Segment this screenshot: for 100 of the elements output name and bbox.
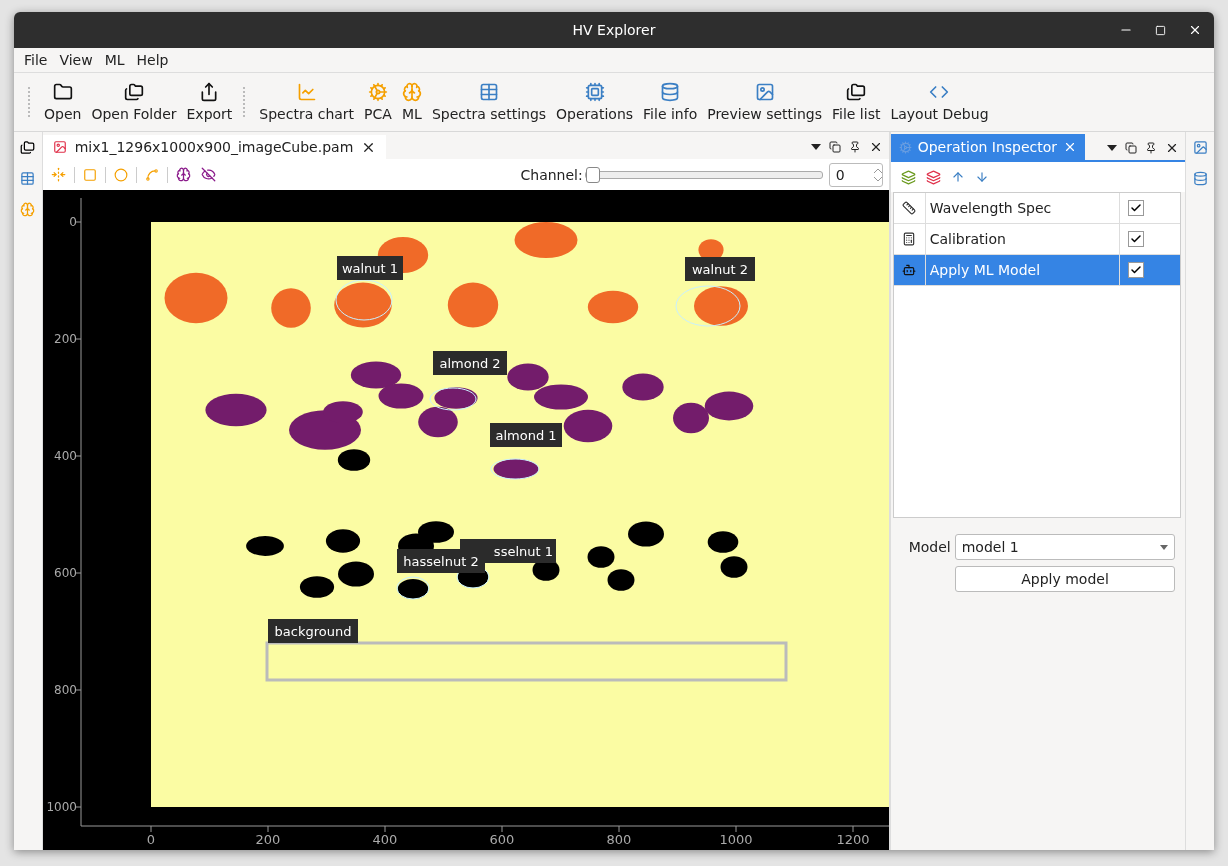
- brain-icon[interactable]: [175, 167, 191, 183]
- hazelnut-shape: [299, 576, 334, 598]
- axis-tick-label: 1200: [836, 832, 870, 847]
- axis-tick-label: 200: [255, 832, 281, 847]
- menu-item[interactable]: ML: [98, 52, 131, 68]
- database-icon: [660, 82, 681, 102]
- region-label: walnut 2: [684, 257, 755, 281]
- caret-icon[interactable]: [1107, 145, 1118, 151]
- almond-shape: [507, 363, 549, 391]
- layers-icon[interactable]: [900, 169, 916, 185]
- hazelnut-shape: [337, 561, 374, 587]
- toolbar-button[interactable]: ML: [396, 82, 427, 122]
- hazelnut-shape: [417, 521, 454, 543]
- arrow-up-icon[interactable]: [950, 170, 965, 184]
- menu-item[interactable]: File: [18, 52, 54, 68]
- toolbar-button[interactable]: Open: [39, 82, 87, 122]
- almond-shape: [704, 391, 753, 421]
- layers-icon[interactable]: [925, 169, 941, 185]
- walnut-shape: [164, 272, 228, 324]
- selection-outline[interactable]: [429, 387, 477, 411]
- hazelnut-shape: [707, 531, 738, 553]
- walnut-shape: [514, 222, 578, 258]
- axis-tick-label: 1000: [46, 800, 77, 814]
- upload-icon: [199, 82, 220, 102]
- toolbar-button[interactable]: Spectra settings: [426, 82, 552, 122]
- image-icon: [754, 82, 775, 102]
- walnut-shape: [447, 282, 498, 328]
- toolbar-button[interactable]: Export: [181, 82, 238, 122]
- checkbox[interactable]: [1128, 231, 1145, 247]
- hazelnut-shape: [587, 546, 615, 568]
- operation-row[interactable]: Apply ML Model: [893, 255, 1181, 286]
- hazelnut-shape: [607, 569, 635, 591]
- float-icon[interactable]: [828, 141, 841, 154]
- gear-icon: [898, 140, 912, 154]
- apply-model-button[interactable]: Apply model: [954, 566, 1176, 592]
- region-label: almond 1: [489, 423, 562, 447]
- caret-icon[interactable]: [810, 144, 821, 151]
- operation-row[interactable]: Calibration: [893, 224, 1181, 255]
- line-chart-icon: [296, 82, 317, 102]
- hazelnut-shape: [337, 449, 370, 471]
- ruler-icon: [902, 201, 917, 215]
- axis-tick-label: 800: [606, 832, 632, 847]
- window-title: HV Explorer: [572, 22, 656, 38]
- pin-icon[interactable]: [1145, 142, 1158, 154]
- almond-shape: [350, 361, 401, 389]
- pin-icon[interactable]: [848, 141, 861, 154]
- float-icon[interactable]: [1125, 142, 1138, 154]
- region-label: hasselnut 2: [396, 549, 485, 573]
- operation-row[interactable]: Wavelength Spec: [893, 193, 1181, 224]
- toolbar-button[interactable]: File list: [827, 82, 886, 122]
- axis-tick-label: 400: [53, 449, 77, 463]
- walnut-shape: [587, 290, 638, 324]
- toolbar-button[interactable]: Open Folder: [86, 82, 182, 122]
- toolbar-button[interactable]: Spectra chart: [254, 82, 360, 122]
- axis-tick-label: 600: [489, 832, 515, 847]
- model-dropdown[interactable]: model 1: [954, 534, 1176, 560]
- chip-icon: [584, 82, 605, 102]
- toolbar-button[interactable]: Layout Debug: [885, 82, 994, 122]
- toolbar-button[interactable]: Preview settings: [702, 82, 827, 122]
- checkbox[interactable]: [1128, 200, 1145, 216]
- hazelnut-shape: [397, 579, 428, 599]
- calculator-icon: [902, 232, 917, 246]
- almond-shape: [563, 409, 612, 443]
- check-icon: [1130, 202, 1143, 214]
- menu-item[interactable]: Help: [130, 52, 175, 68]
- axis-tick-label: 200: [53, 332, 77, 346]
- operation-name: Apply ML Model: [925, 255, 1121, 285]
- almond-shape: [205, 393, 267, 427]
- almond-shape: [378, 383, 424, 409]
- check-icon: [1130, 233, 1143, 245]
- inspector-tab[interactable]: Operation Inspector: [890, 134, 1086, 160]
- eye-off-icon[interactable]: [200, 167, 216, 183]
- checkbox[interactable]: [1128, 262, 1145, 278]
- hazelnut-shape: [245, 536, 284, 556]
- folders-icon: [123, 82, 144, 102]
- walnut-shape: [270, 288, 311, 328]
- folder-icon: [52, 82, 73, 102]
- selection-outline[interactable]: [335, 279, 393, 321]
- hazelnut-shape: [325, 529, 360, 553]
- selection-outline[interactable]: [490, 458, 540, 480]
- axis-tick-label: 1000: [719, 832, 753, 847]
- region-label: background: [267, 619, 358, 643]
- brain-icon: [401, 82, 422, 102]
- arrow-down-icon[interactable]: [974, 170, 989, 184]
- document-tab[interactable]: mix1_1296x1000x900_imageCube.pam: [42, 135, 387, 160]
- toolbar-button[interactable]: File info: [638, 82, 703, 122]
- gear-icon: [368, 82, 388, 102]
- selection-outline[interactable]: [396, 576, 430, 600]
- model-label: Model: [907, 539, 951, 555]
- spin-arrows-icon[interactable]: [873, 166, 882, 183]
- channel-spinbox[interactable]: 0: [828, 162, 883, 187]
- check-icon: [1130, 264, 1143, 276]
- almond-shape: [672, 402, 709, 434]
- walnut-shape: [693, 286, 748, 326]
- menu-item[interactable]: View: [53, 52, 99, 68]
- image-icon: [52, 140, 67, 155]
- toolbar-button[interactable]: PCA: [359, 82, 397, 122]
- region-label: walnut 1: [336, 256, 403, 280]
- toolbar-button[interactable]: Operations: [551, 82, 639, 122]
- maximize-icon[interactable]: [1155, 24, 1166, 36]
